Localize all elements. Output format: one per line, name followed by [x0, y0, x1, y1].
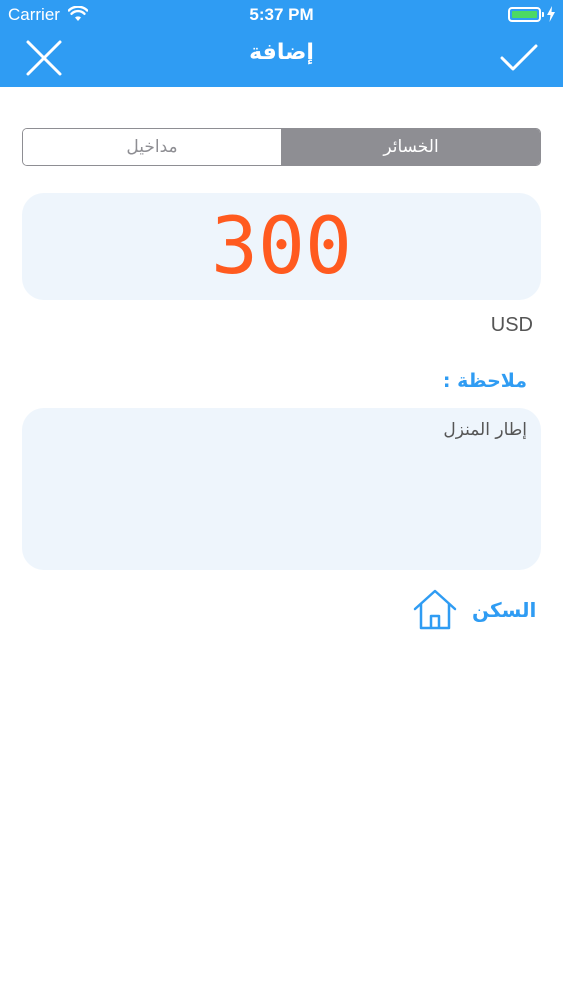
currency-label: USD	[490, 314, 533, 336]
charging-bolt-icon	[547, 6, 555, 27]
category-selector[interactable]: السكن	[412, 588, 536, 632]
type-segmented-control: مداخيل الخسائر	[22, 128, 541, 166]
battery-icon	[508, 7, 541, 22]
status-time: 5:37 PM	[249, 5, 314, 24]
battery-cap	[542, 12, 544, 17]
segment-losses[interactable]: الخسائر	[282, 129, 540, 165]
category-label: السكن	[472, 598, 537, 622]
amount-field[interactable]: 300	[22, 193, 541, 300]
note-text: إطار المنزل	[443, 420, 527, 440]
house-icon	[413, 589, 457, 630]
segment-income[interactable]: مداخيل	[23, 129, 282, 165]
amount-value: 300	[211, 201, 352, 292]
status-bar: Carrier 5:37 PM	[0, 0, 563, 28]
page-title: إضافة	[249, 40, 314, 65]
navigation-header: Carrier 5:37 PM إضافة	[0, 0, 563, 87]
checkmark-icon	[500, 44, 538, 71]
note-label: ملاحظة :	[442, 370, 527, 392]
confirm-button[interactable]	[497, 36, 541, 80]
note-textarea[interactable]: إطار المنزل	[22, 408, 541, 570]
